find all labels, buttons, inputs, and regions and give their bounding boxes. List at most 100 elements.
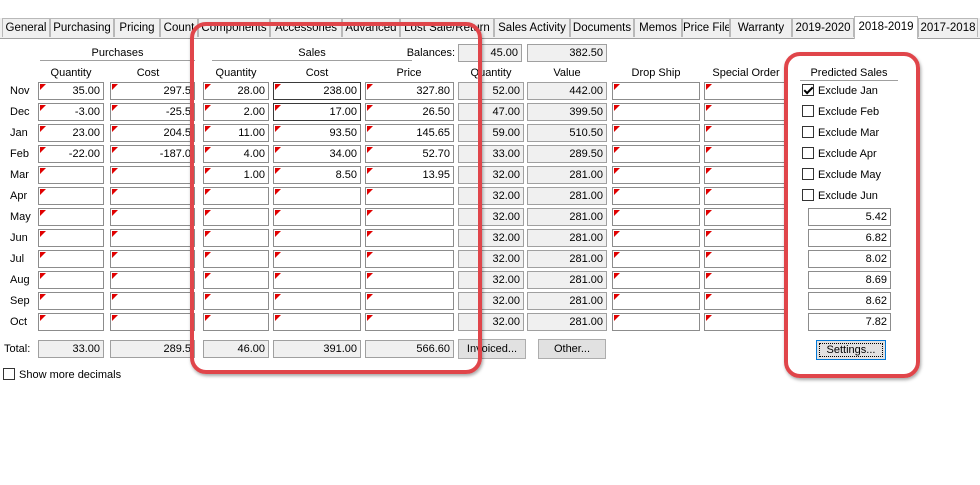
purchases-quantity-cell-oct[interactable] <box>38 313 104 331</box>
purchases-quantity-cell-may[interactable] <box>38 208 104 226</box>
sales-price-cell-jan[interactable]: 145.65 <box>365 124 454 142</box>
drop-ship-cell-apr[interactable] <box>612 187 700 205</box>
special-order-cell-aug[interactable] <box>704 271 788 289</box>
drop-ship-cell-jul[interactable] <box>612 250 700 268</box>
drop-ship-cell-sep[interactable] <box>612 292 700 310</box>
special-order-cell-jun[interactable] <box>704 229 788 247</box>
purchases-cost-cell-nov[interactable]: 297.5 <box>110 82 195 100</box>
sales-cost-cell-jul[interactable] <box>273 250 361 268</box>
sales-cost-cell-may[interactable] <box>273 208 361 226</box>
sales-price-cell-jun[interactable] <box>365 229 454 247</box>
sales-quantity-cell-jan[interactable]: 11.00 <box>203 124 269 142</box>
special-order-cell-sep[interactable] <box>704 292 788 310</box>
sales-price-cell-oct[interactable] <box>365 313 454 331</box>
sales-cost-cell-nov[interactable]: 238.00 <box>273 82 361 100</box>
tab-memos[interactable]: Memos <box>634 18 682 37</box>
special-order-cell-jul[interactable] <box>704 250 788 268</box>
purchases-cost-cell-may[interactable] <box>110 208 195 226</box>
sales-quantity-cell-jul[interactable] <box>203 250 269 268</box>
sales-cost-cell-oct[interactable] <box>273 313 361 331</box>
purchases-quantity-cell-nov[interactable]: 35.00 <box>38 82 104 100</box>
sales-price-cell-dec[interactable]: 26.50 <box>365 103 454 121</box>
sales-price-cell-sep[interactable] <box>365 292 454 310</box>
drop-ship-cell-aug[interactable] <box>612 271 700 289</box>
show-more-decimals-row[interactable]: Show more decimals <box>3 367 121 383</box>
purchases-cost-cell-oct[interactable] <box>110 313 195 331</box>
tab-2017-2018[interactable]: 2017-2018 <box>918 18 978 37</box>
sales-cost-cell-aug[interactable] <box>273 271 361 289</box>
drop-ship-cell-oct[interactable] <box>612 313 700 331</box>
exclude-row-2[interactable]: Exclude Feb <box>802 103 879 121</box>
sales-price-cell-nov[interactable]: 327.80 <box>365 82 454 100</box>
tab-accessories[interactable]: Accessories <box>270 18 342 37</box>
sales-quantity-cell-nov[interactable]: 28.00 <box>203 82 269 100</box>
drop-ship-cell-feb[interactable] <box>612 145 700 163</box>
special-order-cell-feb[interactable] <box>704 145 788 163</box>
tab-purchasing[interactable]: Purchasing <box>50 18 114 37</box>
tab-pricing[interactable]: Pricing <box>114 18 160 37</box>
drop-ship-cell-jun[interactable] <box>612 229 700 247</box>
purchases-quantity-cell-sep[interactable] <box>38 292 104 310</box>
purchases-quantity-cell-jan[interactable]: 23.00 <box>38 124 104 142</box>
exclude-checkbox[interactable] <box>802 168 814 180</box>
drop-ship-cell-mar[interactable] <box>612 166 700 184</box>
sales-cost-cell-dec[interactable]: 17.00 <box>273 103 361 121</box>
sales-cost-cell-mar[interactable]: 8.50 <box>273 166 361 184</box>
tab-documents[interactable]: Documents <box>570 18 634 37</box>
exclude-row-3[interactable]: Exclude Mar <box>802 124 879 142</box>
purchases-quantity-cell-jul[interactable] <box>38 250 104 268</box>
sales-cost-cell-jun[interactable] <box>273 229 361 247</box>
tab-sales-activity[interactable]: Sales Activity <box>494 18 570 37</box>
exclude-row-5[interactable]: Exclude May <box>802 166 881 184</box>
tab-2018-2019[interactable]: 2018-2019 <box>854 16 918 39</box>
purchases-cost-cell-mar[interactable] <box>110 166 195 184</box>
sales-quantity-cell-oct[interactable] <box>203 313 269 331</box>
exclude-row-6[interactable]: Exclude Jun <box>802 187 878 205</box>
exclude-checkbox[interactable] <box>802 147 814 159</box>
purchases-cost-cell-sep[interactable] <box>110 292 195 310</box>
sales-quantity-cell-apr[interactable] <box>203 187 269 205</box>
sales-price-cell-may[interactable] <box>365 208 454 226</box>
show-more-decimals-checkbox[interactable] <box>3 368 15 380</box>
sales-cost-cell-apr[interactable] <box>273 187 361 205</box>
purchases-quantity-cell-aug[interactable] <box>38 271 104 289</box>
special-order-cell-oct[interactable] <box>704 313 788 331</box>
sales-price-cell-feb[interactable]: 52.70 <box>365 145 454 163</box>
sales-cost-cell-feb[interactable]: 34.00 <box>273 145 361 163</box>
exclude-checkbox[interactable] <box>802 84 814 96</box>
sales-quantity-cell-dec[interactable]: 2.00 <box>203 103 269 121</box>
special-order-cell-nov[interactable] <box>704 82 788 100</box>
tab-lost-sale-return[interactable]: Lost Sale/Return <box>400 18 494 37</box>
sales-price-cell-aug[interactable] <box>365 271 454 289</box>
sales-cost-cell-sep[interactable] <box>273 292 361 310</box>
drop-ship-cell-dec[interactable] <box>612 103 700 121</box>
tab-2019-2020[interactable]: 2019-2020 <box>792 18 854 37</box>
purchases-quantity-cell-mar[interactable] <box>38 166 104 184</box>
sales-quantity-cell-sep[interactable] <box>203 292 269 310</box>
sales-price-cell-jul[interactable] <box>365 250 454 268</box>
drop-ship-cell-jan[interactable] <box>612 124 700 142</box>
purchases-quantity-cell-apr[interactable] <box>38 187 104 205</box>
purchases-quantity-cell-dec[interactable]: -3.00 <box>38 103 104 121</box>
purchases-quantity-cell-jun[interactable] <box>38 229 104 247</box>
tab-advanced[interactable]: Advanced <box>342 18 400 37</box>
special-order-cell-may[interactable] <box>704 208 788 226</box>
purchases-cost-cell-jun[interactable] <box>110 229 195 247</box>
tab-components[interactable]: Components <box>198 18 270 37</box>
invoiced-button[interactable]: Invoiced... <box>458 339 526 359</box>
purchases-cost-cell-aug[interactable] <box>110 271 195 289</box>
purchases-cost-cell-jul[interactable] <box>110 250 195 268</box>
drop-ship-cell-may[interactable] <box>612 208 700 226</box>
sales-quantity-cell-aug[interactable] <box>203 271 269 289</box>
tab-warranty[interactable]: Warranty <box>730 18 792 37</box>
sales-quantity-cell-feb[interactable]: 4.00 <box>203 145 269 163</box>
special-order-cell-dec[interactable] <box>704 103 788 121</box>
sales-quantity-cell-jun[interactable] <box>203 229 269 247</box>
sales-price-cell-mar[interactable]: 13.95 <box>365 166 454 184</box>
special-order-cell-jan[interactable] <box>704 124 788 142</box>
tab-count[interactable]: Count <box>160 18 198 37</box>
sales-cost-cell-jan[interactable]: 93.50 <box>273 124 361 142</box>
purchases-cost-cell-apr[interactable] <box>110 187 195 205</box>
sales-quantity-cell-mar[interactable]: 1.00 <box>203 166 269 184</box>
drop-ship-cell-nov[interactable] <box>612 82 700 100</box>
